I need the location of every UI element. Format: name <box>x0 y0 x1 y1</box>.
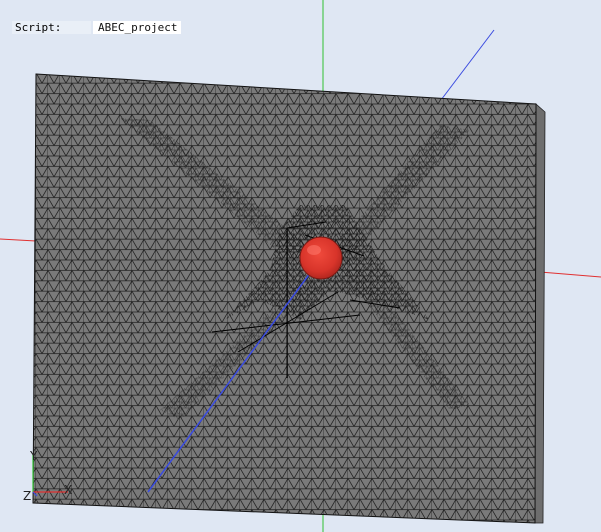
z-axis-line-top <box>440 29 495 101</box>
mesh-panel-side <box>534 103 546 524</box>
triad-x-label: X <box>64 483 73 497</box>
source-sphere-icon[interactable] <box>299 236 343 280</box>
x-axis-line-left <box>0 238 37 242</box>
script-label: Script: <box>12 20 91 34</box>
3d-viewport[interactable]: Script: ABEC_project Y Z X <box>0 0 601 532</box>
scene-canvas[interactable] <box>0 0 601 532</box>
source-sphere-highlight <box>307 245 321 255</box>
triad-y-label: Y <box>30 449 38 463</box>
triad-z-label: Z <box>23 489 32 503</box>
script-indicator: Script: ABEC_project <box>12 18 182 36</box>
x-axis-line-right <box>539 271 601 278</box>
script-name: ABEC_project <box>93 20 182 34</box>
